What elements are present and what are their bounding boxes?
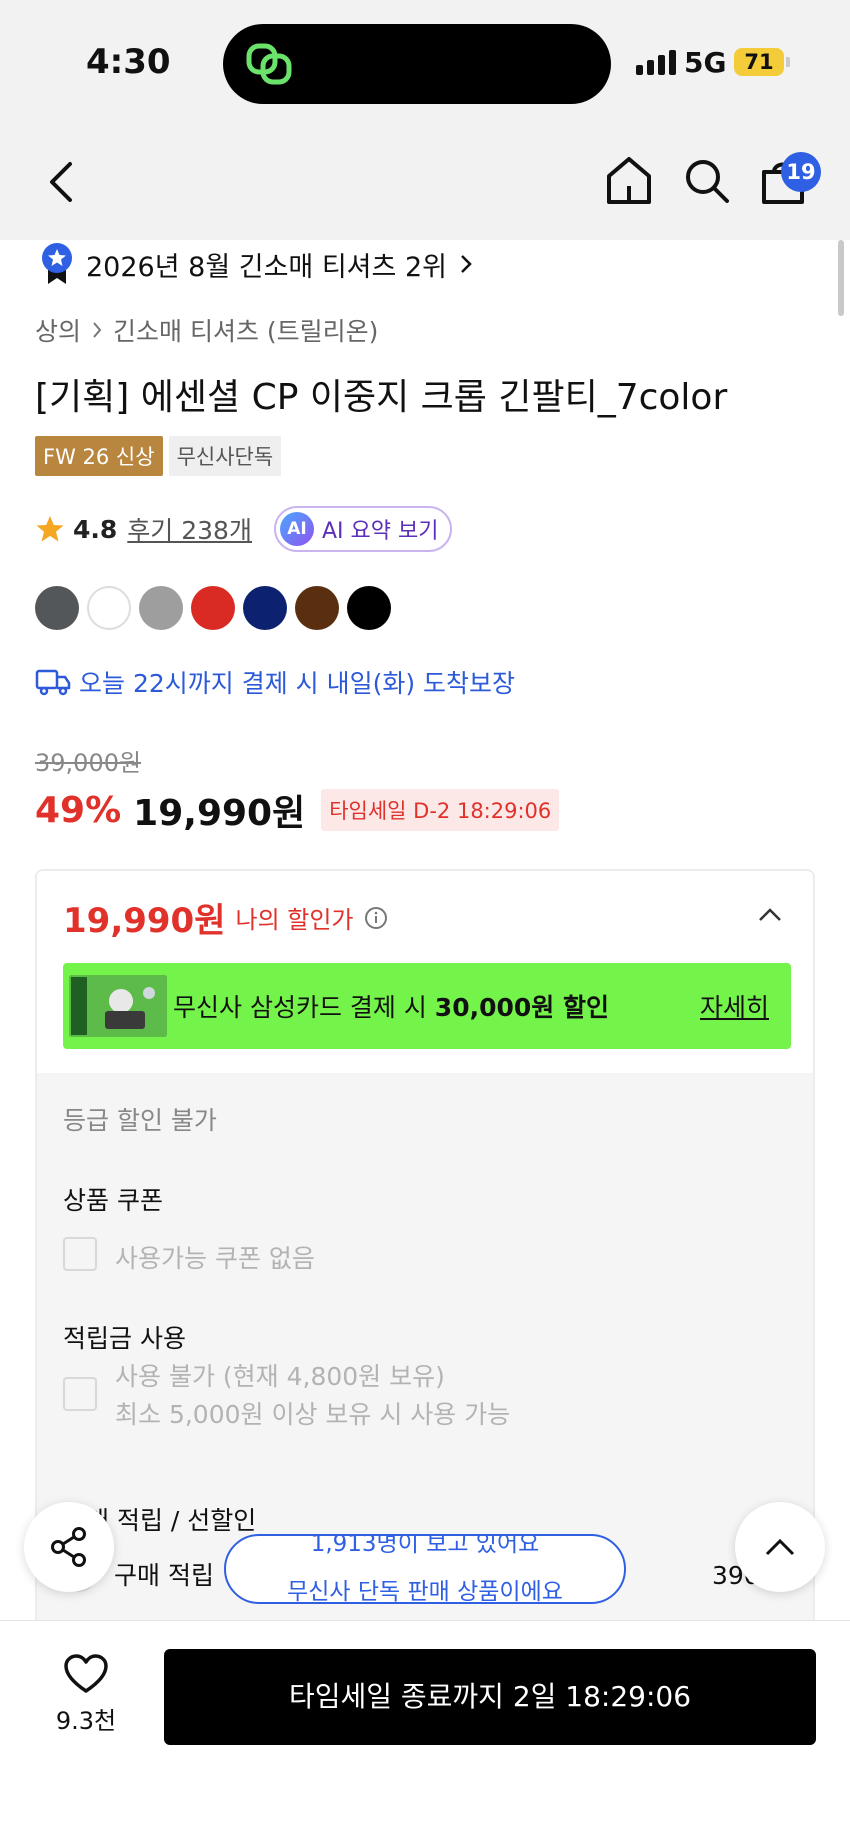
color-swatches [35,586,391,630]
ai-summary-button[interactable]: AI AI 요약 보기 [273,506,453,552]
breadcrumb-item[interactable]: 상의 [35,312,81,348]
like-button[interactable]: 9.3천 [44,1653,128,1736]
ai-icon: AI [279,512,314,546]
dynamic-island [223,24,611,104]
color-swatch[interactable] [35,586,79,630]
my-price: 19,990원 나의 할인가 [63,893,388,942]
coupon-title: 상품 쿠폰 [63,1186,163,1215]
coupon-checkbox[interactable] [63,1237,97,1271]
rank-text: 2026년 8월 긴소매 티셔츠 2위 [86,251,447,283]
share-button[interactable] [24,1502,114,1592]
card-promo-banner[interactable]: 무신사 삼성카드 결제 시 30,000원 할인 자세히 [63,963,791,1049]
points-min-text: 최소 5,000원 이상 보유 시 사용 가능 [115,1400,511,1429]
back-icon[interactable] [44,160,78,204]
my-price-label: 나의 할인가 [235,906,354,934]
status-time: 4:30 [86,42,171,82]
card-art-icon [69,975,167,1037]
scrollbar[interactable] [838,240,844,316]
heart-icon [64,1654,108,1693]
my-price-value: 19,990원 [63,901,226,941]
home-icon[interactable] [604,154,654,206]
delivery-guarantee[interactable]: 오늘 22시까지 결제 시 내일(화) 도착보장 [35,664,515,700]
points-checkbox[interactable] [63,1377,97,1411]
breadcrumb-item[interactable]: 긴소매 티셔츠 (트릴리온) [113,312,378,348]
color-swatch[interactable] [191,586,235,630]
star-icon [36,516,64,542]
original-price: 39,000원 [35,749,142,777]
exclusive-text: 무신사 단독 판매 상품이에요 [287,1579,563,1604]
chevron-up-icon[interactable] [757,907,783,923]
points-unavailable-text: 사용 불가 (현재 4,800원 보유) [115,1362,445,1391]
battery-icon: 71 [734,48,784,76]
timesale-badge: 타임세일 D-2 18:29:06 [321,789,560,831]
breadcrumb: 상의 긴소매 티셔츠 (트릴리온) [35,312,378,348]
chevron-right-icon [461,255,472,273]
discount-percent: 49% [35,789,122,831]
color-swatch[interactable] [295,586,339,630]
new-season-tag: FW 26 신상 [35,436,163,476]
signal-icon [636,50,676,75]
network-label: 5G [684,46,727,79]
color-swatch[interactable] [139,586,183,630]
scroll-top-button[interactable] [735,1502,825,1592]
ai-summary-label: AI 요약 보기 [321,519,439,544]
earn-label: 구매 적립 [114,1561,214,1590]
product-title: [기획] 에센셜 CP 이중지 크롭 긴팔티_7color [35,377,728,418]
rating-score: 4.8 [73,514,118,544]
viewers-text: 1,913명이 보고 있어요 [310,1534,540,1557]
rating-row: 4.8 후기 238개 AI AI 요약 보기 [35,506,453,552]
price-row: 49% 19,990원 타임세일 D-2 18:29:06 [35,784,560,836]
promo-card-image [69,975,167,1037]
color-swatch[interactable] [347,586,391,630]
search-icon[interactable] [682,156,732,206]
color-swatch[interactable] [243,586,287,630]
coupon-none-text: 사용가능 쿠폰 없음 [115,1244,315,1273]
bottom-action-bar: 9.3천 타임세일 종료까지 2일 18:29:06 [0,1620,850,1842]
grade-discount-note: 등급 할인 불가 [63,1106,217,1135]
buy-button[interactable]: 타임세일 종료까지 2일 18:29:06 [164,1649,816,1745]
info-icon[interactable] [364,906,388,930]
battery-tip [786,57,790,67]
sale-price: 19,990원 [133,793,306,834]
chevron-right-icon [93,322,102,338]
discount-panel: 19,990원 나의 할인가 무신사 삼성카드 결제 시 30,000원 할인 … [35,869,815,1629]
product-tags: FW 26 신상 무신사단독 [35,436,282,476]
cart-count-badge: 19 [781,152,821,192]
reviews-link[interactable]: 후기 238개 [127,511,252,547]
chevron-up-icon [765,1538,795,1556]
color-swatch[interactable] [87,586,131,630]
discount-panel-header: 19,990원 나의 할인가 무신사 삼성카드 결제 시 30,000원 할인 … [37,871,813,1073]
status-bar: 4:30 5G 71 [0,0,850,130]
viewers-toast: 1,913명이 보고 있어요 무신사 단독 판매 상품이에요 [224,1534,626,1604]
rank-banner[interactable]: 2026년 8월 긴소매 티셔츠 2위 [40,242,473,286]
promo-text: 무신사 삼성카드 결제 시 30,000원 할인 [173,993,609,1022]
like-count: 9.3천 [55,1707,117,1735]
ranking-badge-icon [42,243,72,284]
points-title: 적립금 사용 [63,1324,186,1353]
promo-details-link[interactable]: 자세히 [700,988,769,1024]
delivery-truck-icon [35,669,71,696]
exclusive-tag: 무신사단독 [168,436,282,476]
delivery-text: 오늘 22시까지 결제 시 내일(화) 도착보장 [79,669,516,698]
share-icon [51,1527,86,1567]
nav-header [0,130,850,240]
link-app-icon [246,43,292,85]
